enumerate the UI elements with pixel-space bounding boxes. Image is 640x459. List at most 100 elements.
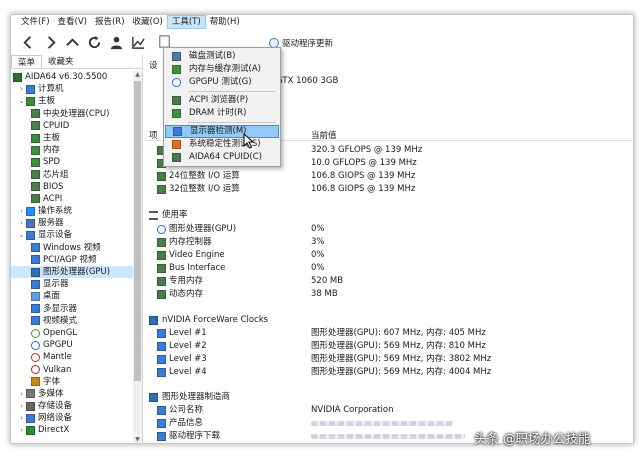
property-label: 产品信息 [169, 418, 204, 428]
tab-menu[interactable]: 菜单 [11, 55, 43, 68]
tools-menu-item[interactable]: 磁盘测试(B) [165, 50, 279, 63]
scroll-thumb[interactable] [134, 81, 141, 381]
property-row[interactable]: 专用内存 520 MB [145, 275, 633, 288]
blurred-link[interactable] [311, 434, 465, 439]
tree-node[interactable]: 字体 [11, 376, 133, 388]
tools-menu-item[interactable]: DRAM 计时(R) [165, 107, 279, 120]
property-label: 驱动程序更新 [169, 443, 220, 444]
tree-node[interactable]: › 操作系统 [11, 205, 133, 217]
tools-menu-item[interactable]: AIDA64 CPUID(C) [165, 151, 279, 164]
property-row[interactable]: 动态内存 38 MB [145, 288, 633, 301]
tree-node[interactable]: 视频模式 [11, 315, 133, 327]
monitor-icon [157, 342, 166, 351]
expand-right-icon[interactable]: › [17, 388, 26, 400]
info-icon [157, 406, 166, 415]
property-row[interactable]: Level #1 图形处理器(GPU): 607 MHz, 内存: 405 MHz [145, 327, 633, 340]
scroll-down-icon[interactable]: ▼ [133, 436, 142, 443]
property-row[interactable]: 图形处理器(GPU) 0% [145, 223, 633, 236]
tree-node[interactable]: 桌面 [11, 290, 133, 302]
tree-node[interactable]: Vulkan [11, 364, 133, 376]
property-row[interactable]: 24位整数 I/O 运算 106.8 GIOPS @ 139 MHz [145, 170, 633, 183]
menu-item-5[interactable]: 帮助(H) [206, 15, 244, 29]
property-row[interactable]: Level #3 图形处理器(GPU): 569 MHz, 内存: 3802 MH… [145, 353, 633, 366]
tree-node[interactable]: › 服务器 [11, 217, 133, 229]
forward-icon[interactable] [41, 33, 59, 51]
property-value: 10.0 GFLOPS @ 139 MHz [311, 158, 417, 168]
gpgpu-icon [31, 340, 40, 350]
menu-item-4[interactable]: 工具(T) [166, 15, 206, 29]
chip-icon [31, 109, 40, 119]
back-icon[interactable] [19, 33, 37, 51]
tools-menu-item[interactable]: 内存与缓存测试(A) [165, 63, 279, 76]
expand-right-icon[interactable]: › [17, 217, 26, 229]
tree-node[interactable]: 图形处理器(GPU) [11, 266, 133, 279]
property-row[interactable]: 内存控制器 3% [145, 236, 633, 249]
scroll-up-icon[interactable]: ▲ [133, 71, 142, 80]
tools-menu-item-label: 显示器检测(M) [190, 126, 247, 136]
property-row[interactable]: Level #2 图形处理器(GPU): 569 MHz, 内存: 810 MHz [145, 340, 633, 353]
expand-right-icon[interactable]: › [17, 424, 26, 436]
tree-node[interactable]: › 多媒体 [11, 388, 133, 400]
blurred-link[interactable] [311, 421, 453, 426]
monitor-icon [157, 368, 166, 377]
tree-node[interactable]: › 存储设备 [11, 400, 133, 412]
expand-right-icon[interactable]: › [17, 83, 26, 95]
menu-item-0[interactable]: 文件(F) [17, 15, 54, 29]
tree-node[interactable]: BIOS [11, 181, 133, 193]
memory-icon [31, 145, 40, 155]
tree-node[interactable]: GPGPU [11, 339, 133, 351]
tree-node[interactable]: › DirectX [11, 424, 133, 436]
tools-menu-item[interactable]: ACPI 浏览器(P) [165, 94, 279, 107]
column-item[interactable]: 项 [149, 129, 158, 141]
tree-node[interactable]: › 计算机 [11, 83, 133, 95]
expand-right-icon[interactable]: › [17, 400, 26, 412]
tree-node[interactable]: OpenGL [11, 327, 133, 339]
property-row[interactable]: 32位整数 I/O 运算 106.8 GIOPS @ 139 MHz [145, 183, 633, 196]
property-label: Level #4 [169, 367, 207, 377]
tree-node[interactable]: › 网络设备 [11, 412, 133, 424]
tools-menu-item[interactable]: 显示器检测(M) [165, 125, 279, 138]
expand-down-icon[interactable]: ⌄ [17, 95, 26, 107]
chart-icon[interactable] [129, 33, 147, 51]
expand-right-icon[interactable]: › [17, 412, 26, 424]
gpgpu-icon [157, 225, 166, 234]
tree-node-label: 桌面 [43, 291, 61, 302]
tree-scrollbar[interactable]: ▲ ▼ [133, 71, 142, 443]
aida-logo-icon [13, 72, 22, 82]
windows-icon [26, 206, 35, 216]
property-row[interactable]: Level #4 图形处理器(GPU): 569 MHz, 内存: 4004 MH… [145, 366, 633, 379]
tree-node[interactable]: ⌄ 主板 [11, 95, 133, 107]
tab-favorites[interactable]: 收藏夹 [42, 55, 80, 68]
user-icon[interactable] [107, 33, 125, 51]
property-row[interactable]: 公司名称 NVIDIA Corporation [145, 404, 633, 417]
menu-item-2[interactable]: 报告(R) [91, 15, 129, 29]
expand-down-icon[interactable]: ⌄ [17, 229, 26, 241]
tools-menu-item[interactable]: 系统稳定性测试(S) [165, 138, 279, 151]
expand-right-icon[interactable]: › [17, 205, 26, 217]
tree-node[interactable]: AIDA64 v6.30.5500 [11, 71, 133, 83]
tree-node[interactable]: Mantle [11, 351, 133, 363]
up-icon[interactable] [63, 33, 81, 51]
font-icon [31, 377, 40, 387]
menu-item-3[interactable]: 收藏(O) [129, 15, 167, 29]
tree-node[interactable]: 内存 [11, 144, 133, 156]
tree-node[interactable]: 中央处理器(CPU) [11, 108, 133, 120]
tree-node[interactable]: CPUID [11, 120, 133, 132]
tools-menu-item[interactable]: GPGPU 测试(G) [165, 76, 279, 89]
tree-node[interactable]: ACPI [11, 193, 133, 205]
tree-node[interactable]: 主板 [11, 132, 133, 144]
column-value[interactable]: 当前值 [311, 129, 337, 141]
tree-node-label: ACPI [43, 193, 63, 204]
tree-node[interactable]: PCI/AGP 视频 [11, 254, 133, 266]
tree-node[interactable]: SPD [11, 156, 133, 168]
tree-node[interactable]: ⌄ 显示设备 [11, 229, 133, 241]
menu-item-1[interactable]: 查看(V) [54, 15, 91, 29]
tree-node[interactable]: 显示器 [11, 278, 133, 290]
property-row[interactable]: Bus Interface 0% [145, 262, 633, 275]
monitor-icon [31, 316, 40, 326]
property-row[interactable]: Video Engine 0% [145, 249, 633, 262]
tree-node[interactable]: 芯片组 [11, 169, 133, 181]
tree-node[interactable]: Windows 视频 [11, 242, 133, 254]
refresh-icon[interactable] [85, 33, 103, 51]
tree-node[interactable]: 多显示器 [11, 303, 133, 315]
